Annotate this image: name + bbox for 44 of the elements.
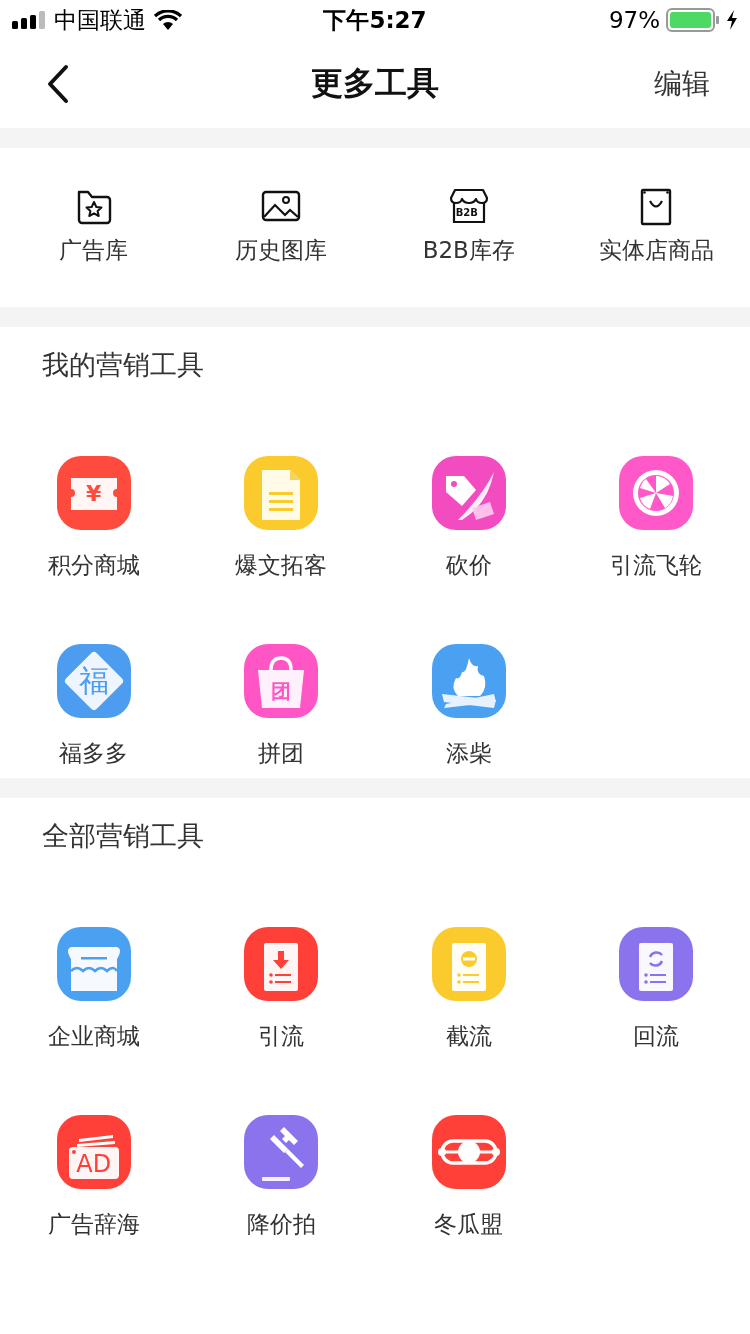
tool-label[interactable]: 拼团 <box>258 735 305 771</box>
app-tile[interactable] <box>619 456 694 530</box>
app-tile[interactable] <box>431 644 506 718</box>
tool-label[interactable]: 广告库 <box>59 232 129 268</box>
app-tile[interactable] <box>244 927 319 1001</box>
battery-icon <box>666 8 720 32</box>
icon-glyph: ¥ <box>86 481 102 507</box>
tool-label[interactable]: 引流飞轮 <box>610 547 703 583</box>
app-tile[interactable] <box>244 456 319 530</box>
store-label: B2B <box>455 207 478 219</box>
carrier-name: 中国联通 <box>54 5 146 35</box>
icon-glyph: 福 <box>78 666 109 696</box>
tool-label[interactable]: 爆文拓客 <box>235 547 328 583</box>
app-tile[interactable] <box>431 1115 506 1189</box>
tool-label[interactable]: B2B库存 <box>422 232 515 268</box>
app-tile[interactable] <box>431 456 506 530</box>
tool-label[interactable]: 广告辞海 <box>47 1206 140 1242</box>
battery-percent: 97% <box>608 7 660 33</box>
section-title: 全部营销工具 <box>42 819 205 853</box>
tool-label[interactable]: 截流 <box>445 1018 492 1054</box>
tool-label[interactable]: 实体店商品 <box>598 232 714 268</box>
tool-label[interactable]: 回流 <box>633 1018 680 1054</box>
app-tile[interactable] <box>619 927 694 1001</box>
icon-glyph: AD <box>76 1151 112 1177</box>
signal-icon <box>12 11 46 29</box>
tool-label[interactable]: 冬瓜盟 <box>434 1206 504 1242</box>
tool-label[interactable]: 企业商城 <box>47 1018 140 1054</box>
icon-glyph: 团 <box>271 680 292 702</box>
edit-button[interactable]: 编辑 <box>654 65 710 103</box>
tool-label[interactable]: 降价拍 <box>246 1206 316 1242</box>
tool-label[interactable]: 历史图库 <box>235 232 328 268</box>
page-title: 更多工具 <box>311 63 439 104</box>
tool-label[interactable]: 积分商城 <box>47 547 140 583</box>
tool-label[interactable]: 福多多 <box>59 735 129 771</box>
wifi-icon <box>154 10 182 30</box>
app-tile[interactable] <box>56 927 131 1001</box>
app-tile[interactable] <box>431 927 506 1001</box>
tool-label[interactable]: 添柴 <box>445 735 492 771</box>
clock-time: 下午5:27 <box>323 5 427 35</box>
app-tile[interactable] <box>244 1115 319 1189</box>
charging-bolt-icon <box>726 10 738 30</box>
section-title: 我的营销工具 <box>42 348 205 382</box>
tool-label[interactable]: 引流 <box>258 1018 305 1054</box>
tool-label[interactable]: 砍价 <box>445 547 492 583</box>
